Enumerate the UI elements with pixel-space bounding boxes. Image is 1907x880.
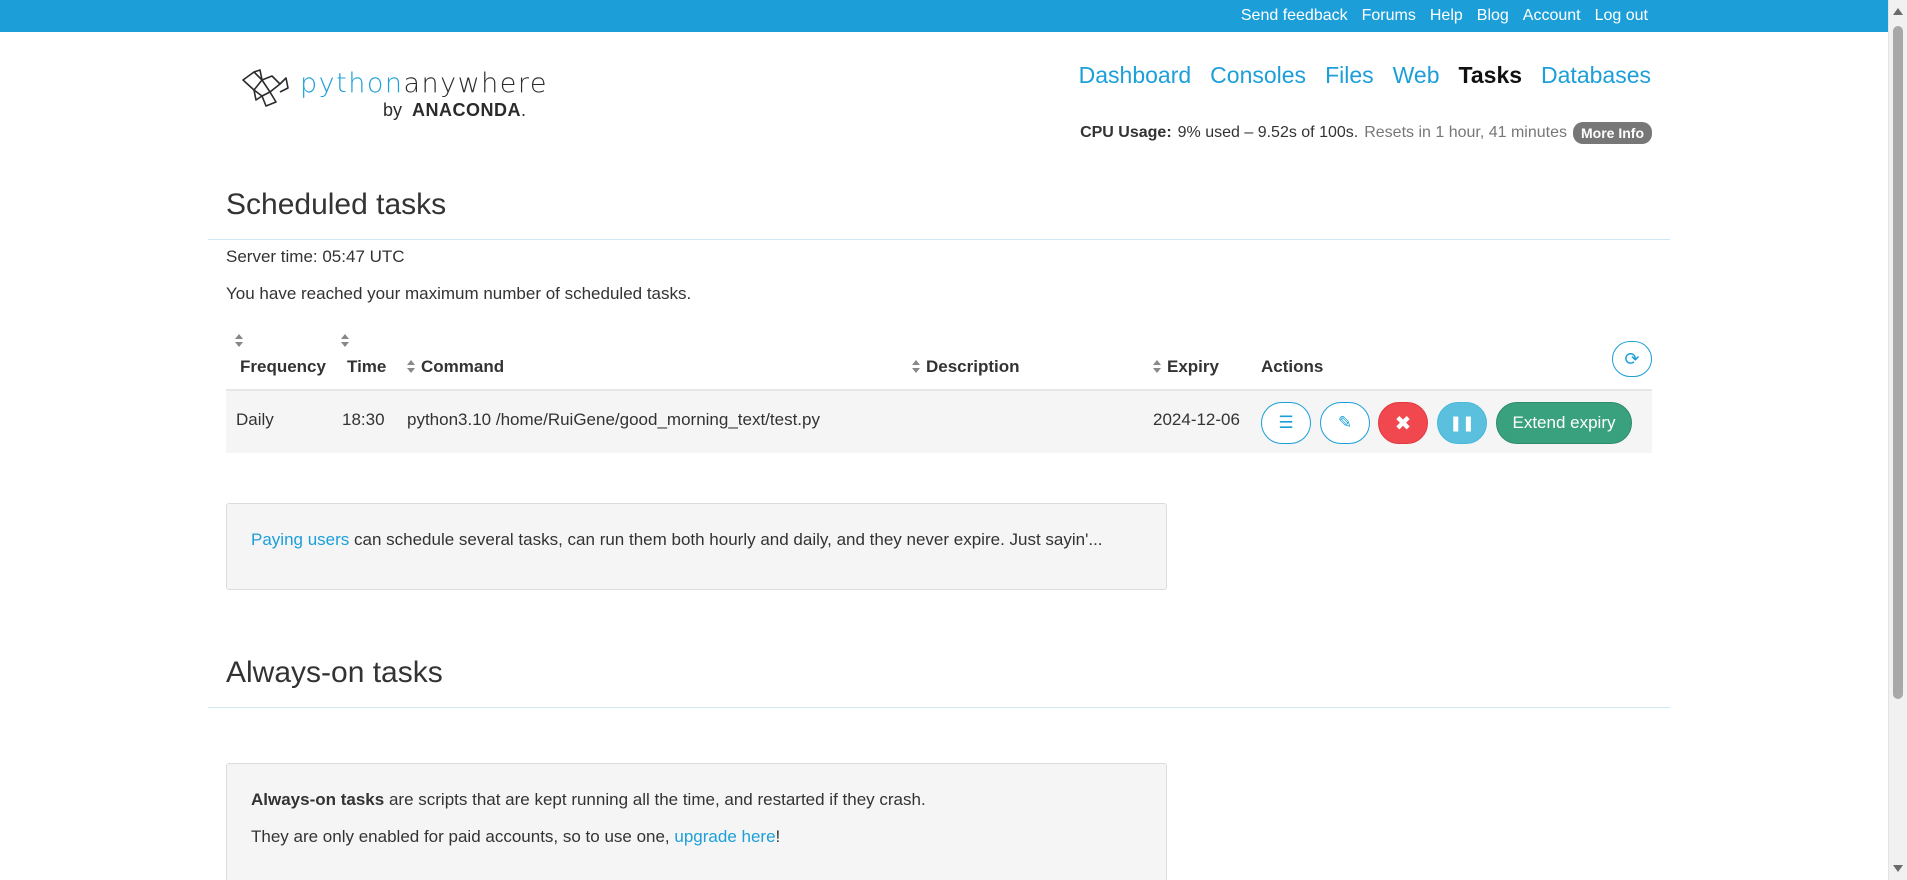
task-pause-button[interactable]: ❚❚ [1437,402,1487,444]
col-frequency[interactable]: Frequency [240,357,326,377]
pythonanywhere-logo[interactable]: pythonanywhere by ANACONDA. [240,62,547,132]
main-nav: Dashboard Consoles Files Web Tasks Datab… [1079,62,1651,89]
paying-users-text: can schedule several tasks, can run them… [349,530,1103,549]
cpu-usage: CPU Usage: 9% used – 9.52s of 100s. Rese… [1080,122,1652,144]
table-header: Frequency Time Command Description Expir… [226,325,1652,391]
logout-link[interactable]: Log out [1595,7,1648,25]
refresh-icon: ⟳ [1624,348,1640,369]
send-feedback-link[interactable]: Send feedback [1241,7,1348,25]
paid-note-text: They are only enabled for paid accounts,… [251,827,675,846]
col-time[interactable]: Time [347,357,386,377]
task-expiry: 2024-12-06 [1153,410,1240,429]
cpu-resets: Resets in 1 hour, 41 minutes [1364,124,1567,141]
sort-time-icon[interactable] [341,334,350,348]
page-scrollbar[interactable] [1888,0,1907,880]
top-bar: Send feedback Forums Help Blog Account L… [0,0,1888,32]
always-on-tasks-heading: Always-on tasks [226,656,443,689]
max-tasks-message: You have reached your maximum number of … [226,284,692,303]
section-divider [208,707,1670,708]
task-edit-button[interactable]: ✎ [1320,402,1370,444]
always-on-panel: Always-on tasks are scripts that are kep… [226,763,1167,880]
table-row: Daily 18:30 python3.10 /home/RuiGene/goo… [226,391,1652,453]
col-command[interactable]: Command [421,357,504,377]
task-log-button[interactable]: ☰ [1261,402,1311,444]
sort-description-icon[interactable] [912,360,921,374]
nav-web[interactable]: Web [1393,62,1440,89]
upgrade-link[interactable]: upgrade here [674,827,775,846]
always-on-paid-note: They are only enabled for paid accounts,… [251,818,1142,855]
logo-by-text: by [383,100,403,120]
paying-users-panel: Paying users can schedule several tasks,… [226,503,1167,590]
logo-anywhere-text: anywhere [403,68,549,99]
pause-icon: ❚❚ [1449,415,1475,432]
snake-logo-icon [242,69,289,107]
logo-dot: . [521,100,527,120]
nav-consoles[interactable]: Consoles [1210,62,1306,89]
paid-note-excl: ! [775,827,781,846]
nav-tasks[interactable]: Tasks [1459,62,1523,89]
server-time: Server time: 05:47 UTC [226,247,405,266]
logo-wordmark: pythonanywhere [300,68,548,99]
forums-link[interactable]: Forums [1362,7,1416,25]
close-icon: ✖ [1394,412,1412,435]
sort-command-icon[interactable] [407,360,416,374]
task-command: python3.10 /home/RuiGene/good_morning_te… [407,410,820,429]
always-on-bold: Always-on tasks [251,790,385,809]
logo-by-line: by ANACONDA. [383,100,526,121]
account-link[interactable]: Account [1523,7,1581,25]
scroll-down-icon[interactable] [1893,865,1903,872]
always-on-intro-text: are scripts that are kept running all th… [384,790,926,809]
more-info-button[interactable]: More Info [1573,122,1652,144]
list-icon: ☰ [1278,413,1294,432]
section-divider [208,239,1670,240]
cpu-usage-value: 9% used – 9.52s of 100s. [1177,124,1359,141]
help-link[interactable]: Help [1430,7,1463,25]
blog-link[interactable]: Blog [1477,7,1509,25]
task-frequency: Daily [236,410,274,429]
scroll-thumb[interactable] [1893,26,1903,699]
task-delete-button[interactable]: ✖ [1378,402,1428,444]
scheduled-tasks-table: Frequency Time Command Description Expir… [226,325,1652,453]
sort-frequency-icon[interactable] [235,334,244,348]
extend-expiry-button[interactable]: Extend expiry [1496,402,1632,444]
logo-company-text: ANACONDA [412,100,522,120]
logo-python-text: python [300,68,404,99]
top-links: Send feedback Forums Help Blog Account L… [1241,0,1648,32]
nav-dashboard[interactable]: Dashboard [1079,62,1192,89]
edit-icon: ✎ [1337,413,1353,432]
nav-files[interactable]: Files [1325,62,1374,89]
col-description[interactable]: Description [926,357,1020,377]
nav-databases[interactable]: Databases [1541,62,1651,89]
col-expiry[interactable]: Expiry [1167,357,1219,377]
paying-users-link[interactable]: Paying users [251,530,349,549]
task-time: 18:30 [342,410,385,429]
always-on-intro: Always-on tasks are scripts that are kep… [251,781,1142,818]
sort-expiry-icon[interactable] [1153,360,1162,374]
scheduled-tasks-heading: Scheduled tasks [226,188,447,221]
refresh-button[interactable]: ⟳ [1612,341,1652,377]
col-actions: Actions [1261,357,1324,376]
cpu-label: CPU Usage: [1080,124,1172,141]
scroll-up-icon[interactable] [1893,8,1903,15]
